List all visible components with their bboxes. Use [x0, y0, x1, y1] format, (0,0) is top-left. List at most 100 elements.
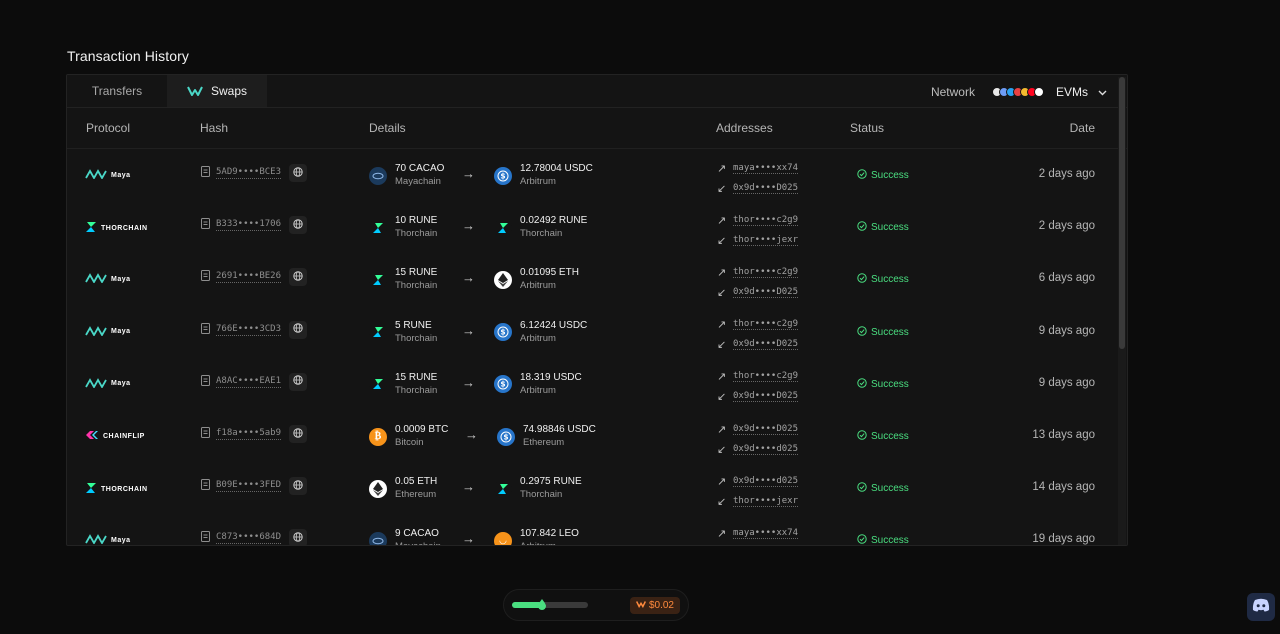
sender-address[interactable]: maya••••xx74	[733, 163, 799, 174]
globe-icon	[293, 427, 303, 441]
date-cell: 19 days ago	[1032, 533, 1095, 546]
to-asset: $18.319 USDC Arbitrum	[494, 372, 582, 397]
from-chain: Thorchain	[395, 280, 438, 292]
recipient-address[interactable]: 0x9d••••D025	[733, 287, 799, 298]
status-text: Success	[871, 170, 909, 181]
table-row[interactable]: Maya 5AD9••••BCE3 70 CACAO Mayachain → $12.78…	[67, 149, 1115, 201]
table-row[interactable]: Maya A8AC••••EAE1 15 RUNE Thorchain → $18.319…	[67, 358, 1115, 410]
sender-address[interactable]: thor••••c2g9	[733, 319, 799, 331]
sender-address[interactable]: thor••••c2g9	[733, 267, 799, 278]
discord-button[interactable]	[1247, 593, 1275, 621]
tx-hash-link[interactable]: B333••••1706	[216, 219, 282, 232]
rune-coin-icon	[369, 270, 387, 289]
from-asset: 70 CACAO Mayachain	[369, 163, 444, 188]
table-row[interactable]: Maya C873••••684D 9 CACAOMayachain → ◡ 107.84…	[67, 514, 1115, 546]
to-chain: Ethereum	[523, 437, 565, 448]
cacao-coin-icon	[369, 166, 387, 185]
explorer-button[interactable]	[289, 320, 308, 339]
gas-widget[interactable]: $0.02	[503, 589, 689, 621]
status-text: Success	[871, 274, 909, 286]
table-row[interactable]: THORCHAIN B333••••1706 10 RUNE Thorchain → 0.…	[67, 201, 1115, 253]
scrollbar-thumb[interactable]	[1119, 77, 1125, 349]
tx-hash-link[interactable]: C873••••684D	[216, 532, 282, 545]
sender-address[interactable]: thor••••c2g9	[733, 371, 799, 383]
fee-value: $0.02	[648, 599, 674, 611]
hash-cell: A8AC••••EAE1	[201, 372, 308, 391]
sender-address[interactable]: thor••••c2g9	[733, 215, 799, 226]
check-circle-icon	[857, 273, 867, 286]
globe-icon	[293, 479, 303, 493]
from-asset: 15 RUNE Thorchain	[369, 267, 437, 292]
addresses-cell: ↗ thor••••c2g9 ↙ 0x9d••••D025	[717, 315, 799, 355]
tx-hash-link[interactable]: A8AC••••EAE1	[216, 376, 282, 388]
maya-logo-icon	[85, 377, 107, 390]
addresses-cell: ↗ thor••••c2g9 ↙ thor••••jexr	[717, 210, 799, 250]
sender-address[interactable]: maya••••xx74	[733, 528, 799, 539]
explorer-button[interactable]	[289, 477, 308, 496]
check-circle-icon	[857, 221, 867, 234]
explorer-button[interactable]	[289, 268, 308, 287]
recipient-address[interactable]: thor••••jexr	[733, 235, 799, 246]
recipient-address[interactable]: thor••••jexr	[733, 496, 799, 507]
tx-hash-link[interactable]: 2691••••BE26	[216, 271, 282, 284]
from-amount: 9 CACAO	[395, 528, 439, 540]
status-badge: Success	[857, 273, 909, 286]
addresses-cell: ↗ maya••••xx74	[717, 523, 799, 543]
thorchain-logo-icon	[85, 482, 97, 496]
rune-coin-icon	[494, 218, 512, 237]
explorer-button[interactable]	[289, 529, 308, 545]
addresses-cell: ↗ 0x9d••••D025 ↙ 0x9d••••d025	[717, 419, 799, 459]
tx-hash-link[interactable]: 766E••••3CD3	[216, 324, 282, 336]
maya-logo-icon	[85, 534, 107, 545]
explorer-button[interactable]	[289, 164, 308, 182]
from-amount: 10 RUNE	[395, 215, 438, 227]
network-select[interactable]: EVMs	[1056, 85, 1107, 99]
from-chain: Thorchain	[395, 228, 438, 240]
date-cell: 2 days ago	[1038, 220, 1095, 233]
tabs-bar: Transfers Swaps Network EVMs	[67, 75, 1127, 108]
from-asset: 9 CACAOMayachain	[369, 528, 441, 545]
transaction-history-panel: Transfers Swaps Network EVMs Protocol Ha…	[66, 74, 1128, 546]
tx-hash-link[interactable]: f18a••••5ab9	[216, 428, 282, 440]
hash-cell: 5AD9••••BCE3	[201, 164, 308, 182]
sender-address[interactable]: 0x9d••••D025	[733, 424, 799, 435]
to-asset: $6.12424 USDC Arbitrum	[494, 320, 587, 345]
table-row[interactable]: THORCHAIN B09E••••3FED 0.05 ETH Ethereum → 0.…	[67, 462, 1115, 514]
to-amount: 0.01095 ETH	[520, 267, 579, 279]
recipient-address[interactable]: 0x9d••••D025	[733, 183, 799, 194]
date-cell: 14 days ago	[1032, 481, 1095, 494]
arrow-down-left-icon: ↙	[717, 181, 727, 195]
column-header-protocol: Protocol	[86, 121, 131, 135]
discord-icon	[1252, 598, 1270, 617]
explorer-button[interactable]	[289, 216, 308, 235]
btc-coin-icon: ₿	[369, 427, 387, 446]
to-asset: $12.78004 USDC Arbitrum	[494, 163, 593, 188]
table-row[interactable]: CHAINFLIP f18a••••5ab9 ₿ 0.0009 BTC Bitcoin →…	[67, 410, 1115, 462]
status-text: Success	[871, 535, 909, 546]
recipient-address[interactable]: 0x9d••••D025	[733, 391, 799, 403]
arrow-up-right-icon: ↗	[717, 370, 727, 384]
explorer-button[interactable]	[289, 372, 308, 391]
scrollbar[interactable]	[1118, 77, 1126, 545]
to-amount: 0.02492 RUNE	[520, 215, 588, 227]
network-filter: Network EVMs	[931, 75, 1107, 108]
table-row[interactable]: Maya 766E••••3CD3 5 RUNE Thorchain → $6.12424…	[67, 306, 1115, 358]
tx-hash-link[interactable]: B09E••••3FED	[216, 480, 282, 493]
recipient-address[interactable]: 0x9d••••D025	[733, 339, 799, 351]
tx-hash-link[interactable]: 5AD9••••BCE3	[216, 167, 282, 179]
explorer-button[interactable]	[289, 425, 308, 443]
document-icon	[201, 218, 210, 232]
from-amount: 5 RUNE	[395, 319, 432, 331]
from-asset: 5 RUNE Thorchain	[369, 320, 437, 345]
svg-text:$: $	[500, 380, 505, 389]
protocol-cell: THORCHAIN	[85, 482, 148, 496]
sender-address[interactable]: 0x9d••••d025	[733, 476, 799, 487]
tab-transfers[interactable]: Transfers	[67, 75, 167, 107]
tab-swaps[interactable]: Swaps	[167, 75, 267, 107]
recipient-address[interactable]: 0x9d••••d025	[733, 444, 799, 455]
to-asset: ◡ 107.842 LEOArbitrum	[494, 528, 579, 545]
status-text: Success	[871, 378, 909, 390]
table-row[interactable]: Maya 2691••••BE26 15 RUNE Thorchain → 0.01095…	[67, 253, 1115, 305]
protocol-cell: Maya	[85, 325, 131, 338]
from-amount: 0.0009 BTC	[395, 424, 449, 435]
